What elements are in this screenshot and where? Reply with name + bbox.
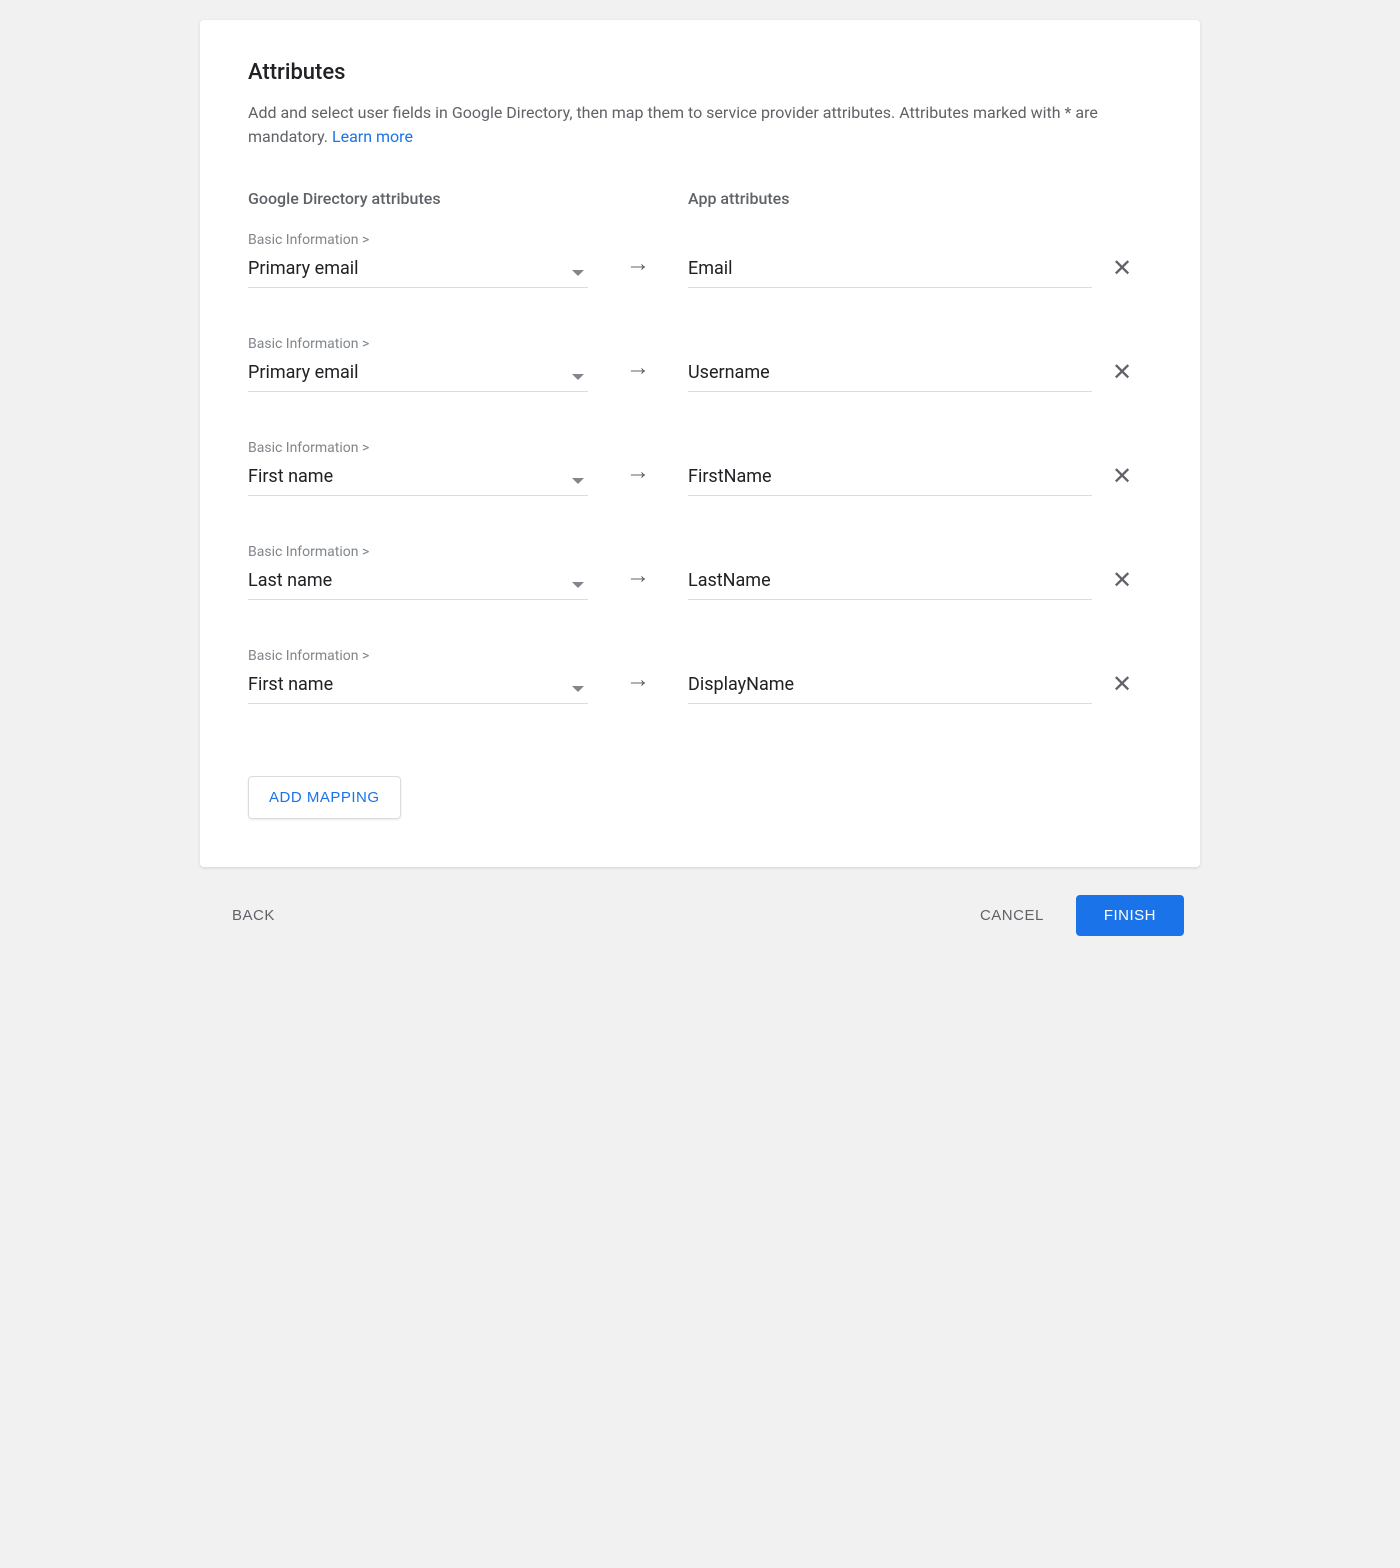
arrow-right-icon: → [626,665,650,694]
close-icon[interactable]: ✕ [1112,256,1132,280]
app-attribute-value: Username [688,358,1092,392]
app-attribute-field[interactable]: LastName [688,566,1092,600]
columns-header: Google Directory attributes App attribut… [248,189,1152,208]
directory-attribute-value: First name [248,462,588,496]
attribute-group-label: Basic Information > [248,648,588,664]
close-icon[interactable]: ✕ [1112,672,1132,696]
footer: BACK CANCEL FINISH [200,867,1200,964]
finish-button[interactable]: FINISH [1076,895,1184,936]
arrow-column: → [588,457,688,496]
close-icon[interactable]: ✕ [1112,568,1132,592]
directory-attribute-value: Last name [248,566,588,600]
mapping-row: Basic Information > First name → Display… [248,648,1152,704]
close-icon[interactable]: ✕ [1112,464,1132,488]
app-attribute-field[interactable]: FirstName [688,462,1092,496]
directory-attribute-select[interactable]: Basic Information > Primary email [248,336,588,392]
app-attribute-value: FirstName [688,462,1092,496]
directory-attribute-select[interactable]: Basic Information > First name [248,648,588,704]
attribute-group-label: Basic Information > [248,336,588,352]
add-mapping-button[interactable]: ADD MAPPING [248,776,401,819]
close-icon[interactable]: ✕ [1112,360,1132,384]
chevron-down-icon [572,270,584,276]
arrow-right-icon: → [626,561,650,590]
directory-column-header: Google Directory attributes [248,189,648,208]
app-attribute-value: Email [688,254,1092,288]
directory-attribute-value: Primary email [248,358,588,392]
app-attribute-field[interactable]: DisplayName [688,670,1092,704]
chevron-down-icon [572,374,584,380]
directory-attribute-select[interactable]: Basic Information > Last name [248,544,588,600]
attribute-group-label: Basic Information > [248,232,588,248]
chevron-down-icon [572,686,584,692]
directory-attribute-select[interactable]: Basic Information > Primary email [248,232,588,288]
attributes-card: Attributes Add and select user fields in… [200,20,1200,867]
cancel-button[interactable]: CANCEL [964,897,1060,934]
app-column-header: App attributes [688,189,789,208]
remove-column: ✕ [1092,360,1152,392]
attribute-group-label: Basic Information > [248,440,588,456]
mapping-row: Basic Information > First name → FirstNa… [248,440,1152,496]
arrow-right-icon: → [626,457,650,486]
app-attribute-value: LastName [688,566,1092,600]
learn-more-link[interactable]: Learn more [332,127,413,146]
attribute-group-label: Basic Information > [248,544,588,560]
mapping-row: Basic Information > Last name → LastName… [248,544,1152,600]
remove-column: ✕ [1092,672,1152,704]
footer-right: CANCEL FINISH [964,895,1184,936]
arrow-right-icon: → [626,353,650,382]
arrow-column: → [588,561,688,600]
remove-column: ✕ [1092,256,1152,288]
app-attribute-field[interactable]: Username [688,358,1092,392]
directory-attribute-select[interactable]: Basic Information > First name [248,440,588,496]
remove-column: ✕ [1092,464,1152,496]
remove-column: ✕ [1092,568,1152,600]
back-button[interactable]: BACK [216,897,291,934]
chevron-down-icon [572,478,584,484]
arrow-column: → [588,353,688,392]
page-title: Attributes [248,60,1152,85]
arrow-column: → [588,665,688,704]
arrow-right-icon: → [626,249,650,278]
mapping-row: Basic Information > Primary email → Emai… [248,232,1152,288]
directory-attribute-value: Primary email [248,254,588,288]
directory-attribute-value: First name [248,670,588,704]
footer-left: BACK [216,897,291,934]
arrow-column: → [588,249,688,288]
app-attribute-value: DisplayName [688,670,1092,704]
page-description: Add and select user fields in Google Dir… [248,101,1152,149]
mapping-row: Basic Information > Primary email → User… [248,336,1152,392]
app-attribute-field[interactable]: Email [688,254,1092,288]
chevron-down-icon [572,582,584,588]
